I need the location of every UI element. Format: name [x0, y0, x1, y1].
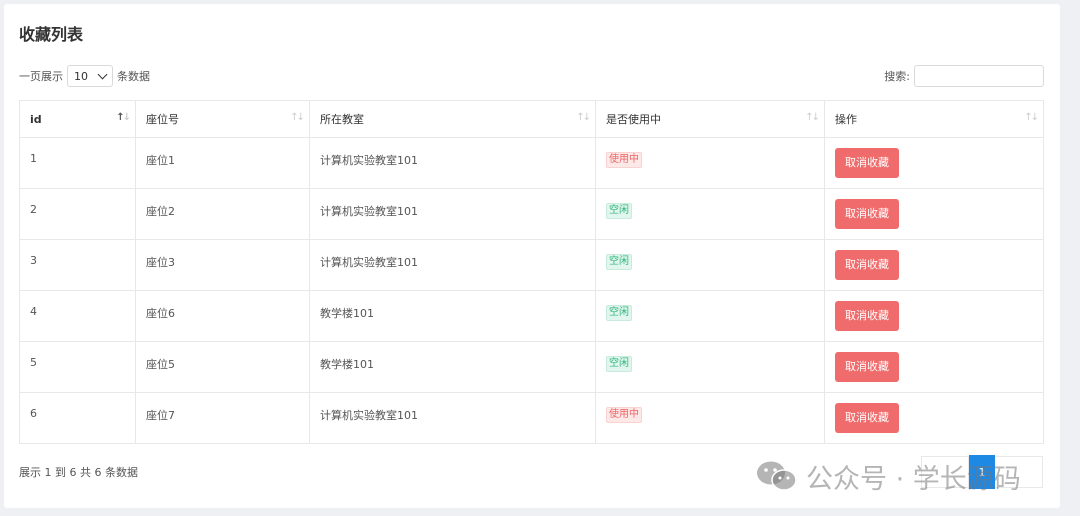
cell-room: 计算机实验教室101 [309, 137, 596, 189]
page-length-value: 10 [74, 69, 88, 83]
cell-seat: 座位3 [135, 239, 310, 291]
search-label: 搜索: [884, 70, 910, 83]
cell-id: 2 [19, 188, 136, 240]
cell-room: 计算机实验教室101 [309, 188, 596, 240]
cell-action: 取消收藏 [824, 341, 1044, 393]
column-header-id[interactable]: id ↑↓ [19, 100, 136, 138]
status-badge: 空闲 [606, 203, 632, 219]
length-suffix: 条数据 [117, 70, 150, 83]
unfavorite-button[interactable]: 取消收藏 [835, 301, 899, 331]
status-badge: 空闲 [606, 305, 632, 321]
cell-id: 5 [19, 341, 136, 393]
cell-id: 6 [19, 392, 136, 444]
cell-status: 空闲 [595, 341, 825, 393]
cell-seat: 座位6 [135, 290, 310, 342]
sort-arrows-icon: ↑↓ [116, 112, 131, 123]
table-header-row: id ↑↓ 座位号 ↑↓ 所在教室 ↑↓ 是否使用中 ↑↓ 操作 ↑↓ [19, 100, 1044, 138]
cell-status: 使用中 [595, 392, 825, 444]
cell-id: 4 [19, 290, 136, 342]
cell-id: 3 [19, 239, 136, 291]
cell-action: 取消收藏 [824, 239, 1044, 291]
cell-id: 1 [19, 137, 136, 189]
cell-seat: 座位2 [135, 188, 310, 240]
unfavorite-button[interactable]: 取消收藏 [835, 199, 899, 229]
column-header-action[interactable]: 操作 ↑↓ [824, 100, 1044, 138]
page-title: 收藏列表 [19, 25, 84, 44]
cell-status: 空闲 [595, 188, 825, 240]
status-badge: 使用中 [606, 407, 642, 423]
cell-seat: 座位1 [135, 137, 310, 189]
length-prefix: 一页展示 [19, 70, 63, 83]
column-header-room[interactable]: 所在教室 ↑↓ [309, 100, 596, 138]
column-header-seat[interactable]: 座位号 ↑↓ [135, 100, 310, 138]
column-header-status[interactable]: 是否使用中 ↑↓ [595, 100, 825, 138]
table-row: 3 座位3 计算机实验教室101 空闲 取消收藏 [19, 239, 1044, 291]
sort-arrows-icon: ↑↓ [290, 112, 305, 123]
sort-arrows-icon: ↑↓ [576, 112, 591, 123]
unfavorite-button[interactable]: 取消收藏 [835, 148, 899, 178]
cell-status: 空闲 [595, 239, 825, 291]
sort-arrows-icon: ↑↓ [1024, 112, 1039, 123]
pagination-page-current[interactable]: 1 [969, 455, 995, 489]
cell-status: 空闲 [595, 290, 825, 342]
pagination-next[interactable] [995, 456, 1043, 488]
page-length-select[interactable]: 10 [67, 65, 113, 87]
table-body: 1 座位1 计算机实验教室101 使用中 取消收藏 2 座位2 计算机实验教室101 空闲 取消收… [19, 137, 1044, 444]
table-row: 4 座位6 教学楼101 空闲 取消收藏 [19, 290, 1044, 342]
unfavorite-button[interactable]: 取消收藏 [835, 250, 899, 280]
cell-action: 取消收藏 [824, 188, 1044, 240]
status-badge: 使用中 [606, 152, 642, 168]
favorites-table: id ↑↓ 座位号 ↑↓ 所在教室 ↑↓ 是否使用中 ↑↓ 操作 ↑↓ 1 座位… [19, 100, 1044, 444]
cell-room: 计算机实验教室101 [309, 239, 596, 291]
cell-status: 使用中 [595, 137, 825, 189]
cell-action: 取消收藏 [824, 392, 1044, 444]
table-row: 2 座位2 计算机实验教室101 空闲 取消收藏 [19, 188, 1044, 240]
search-input[interactable] [914, 65, 1044, 87]
favorites-panel: 收藏列表 一页展示 10 条数据 搜索: id ↑↓ 座位号 ↑↓ 所在教室 ↑… [4, 4, 1060, 508]
pagination-previous[interactable] [921, 456, 969, 488]
cell-seat: 座位5 [135, 341, 310, 393]
table-row: 1 座位1 计算机实验教室101 使用中 取消收藏 [19, 137, 1044, 189]
search-control: 搜索: [884, 64, 1044, 88]
status-badge: 空闲 [606, 356, 632, 372]
chevron-down-icon [97, 69, 108, 80]
table-row: 5 座位5 教学楼101 空闲 取消收藏 [19, 341, 1044, 393]
table-row: 6 座位7 计算机实验教室101 使用中 取消收藏 [19, 392, 1044, 444]
cell-room: 教学楼101 [309, 290, 596, 342]
page-length-control: 一页展示 10 条数据 [19, 64, 150, 88]
cell-action: 取消收藏 [824, 290, 1044, 342]
cell-room: 教学楼101 [309, 341, 596, 393]
table-info: 展示 1 到 6 共 6 条数据 [19, 466, 138, 479]
pagination: 1 [921, 455, 1043, 489]
unfavorite-button[interactable]: 取消收藏 [835, 352, 899, 382]
cell-room: 计算机实验教室101 [309, 392, 596, 444]
unfavorite-button[interactable]: 取消收藏 [835, 403, 899, 433]
status-badge: 空闲 [606, 254, 632, 270]
sort-arrows-icon: ↑↓ [805, 112, 820, 123]
cell-seat: 座位7 [135, 392, 310, 444]
wechat-icon [757, 461, 797, 491]
cell-action: 取消收藏 [824, 137, 1044, 189]
